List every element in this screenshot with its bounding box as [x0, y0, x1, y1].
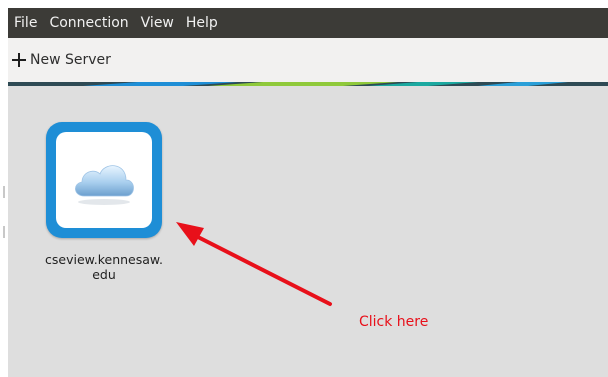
annotation-label: Click here: [359, 314, 429, 330]
edge-tick: [3, 186, 5, 198]
annotation-arrow: [176, 222, 332, 306]
edge-tick: [3, 226, 5, 238]
remote-desktop-window: File Connection View Help New Server cse…: [8, 8, 608, 377]
window-left-edge: [0, 8, 8, 377]
